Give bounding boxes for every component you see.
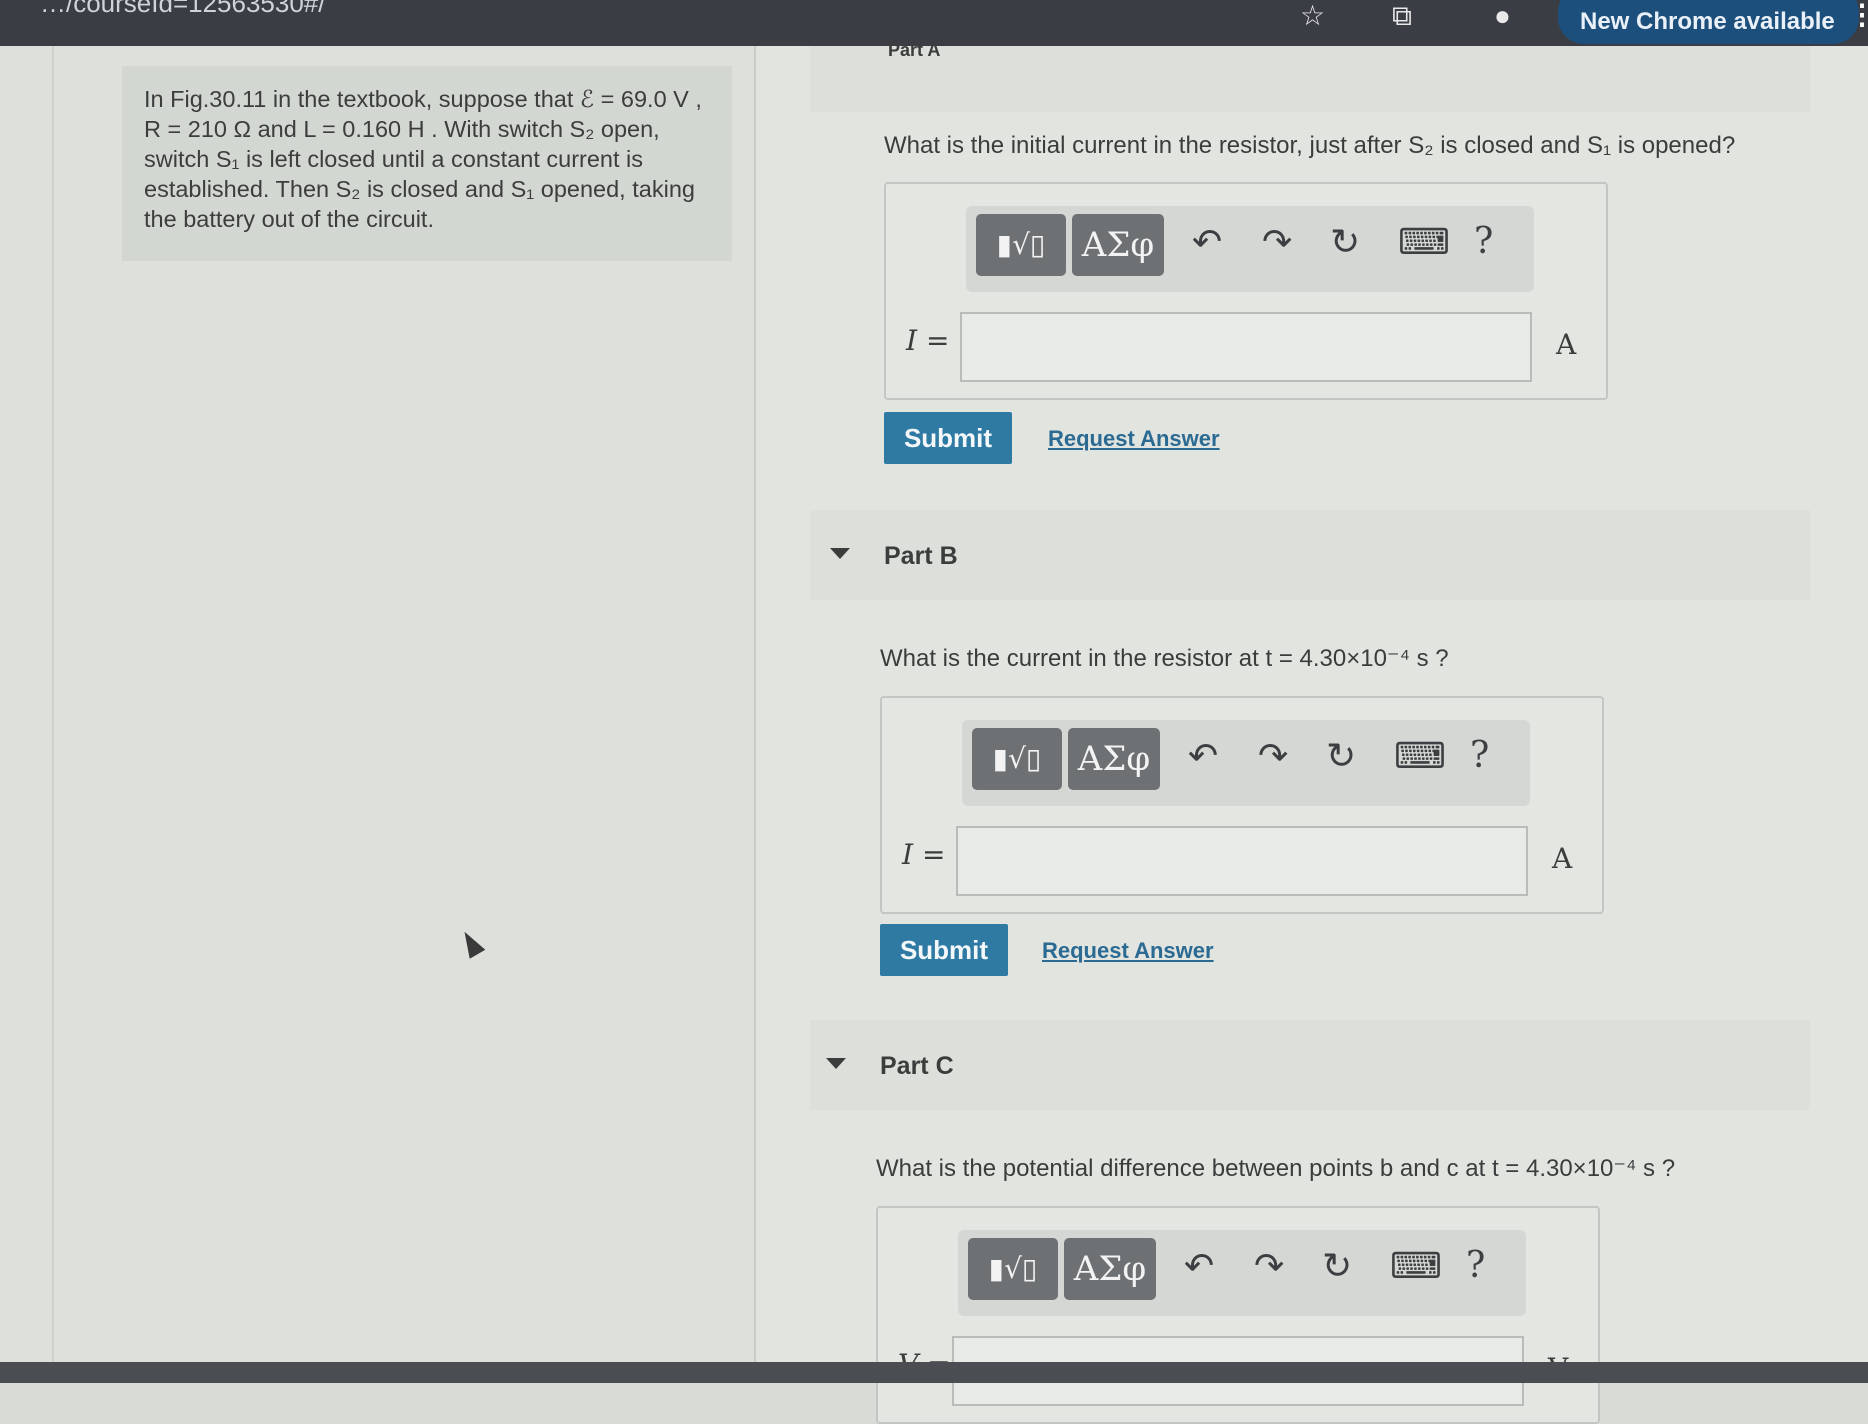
part-b-answer-box: ▮√▯ ΑΣφ ↶ ↷ ↻ ⌨ ? I = A	[880, 696, 1604, 914]
part-a-request-answer-link[interactable]: Request Answer	[1048, 426, 1220, 452]
part-a-header: Part A	[810, 40, 1810, 112]
part-b-answer-input[interactable]	[956, 826, 1528, 896]
left-rail	[52, 46, 54, 1366]
keyboard-icon[interactable]: ⌨	[1390, 1248, 1442, 1284]
reset-icon[interactable]: ↻	[1322, 1248, 1352, 1284]
extensions-icon[interactable]: ⧉	[1392, 2, 1412, 30]
reset-icon[interactable]: ↻	[1326, 738, 1356, 774]
chrome-menu-icon[interactable]: ⋮	[1848, 0, 1868, 31]
new-chrome-available-button[interactable]: New Chrome available	[1558, 0, 1859, 44]
part-b-question: What is the current in the resistor at t…	[880, 645, 1449, 672]
greek-symbols-button[interactable]: ΑΣφ	[1068, 728, 1160, 790]
problem-column: In Fig.30.11 in the textbook, suppose th…	[0, 46, 754, 1366]
templates-button[interactable]: ▮√▯	[976, 214, 1066, 276]
part-c-title[interactable]: Part C	[880, 1052, 954, 1081]
part-b-variable-label: I =	[902, 838, 946, 871]
greek-symbols-button[interactable]: ΑΣφ	[1064, 1238, 1156, 1300]
part-a-variable-label: I =	[906, 324, 950, 357]
part-c-math-toolbar: ▮√▯ ΑΣφ ↶ ↷ ↻ ⌨ ?	[958, 1230, 1526, 1316]
part-a-title[interactable]: Part A	[888, 40, 940, 61]
templates-button[interactable]: ▮√▯	[972, 728, 1062, 790]
part-a-math-toolbar: ▮√▯ ΑΣφ ↶ ↷ ↻ ⌨ ?	[966, 206, 1534, 292]
screen-bottom-edge	[0, 1362, 1868, 1383]
part-a-answer-box: ▮√▯ ΑΣφ ↶ ↷ ↻ ⌨ ? I = A	[884, 182, 1608, 400]
keyboard-icon[interactable]: ⌨	[1394, 738, 1446, 774]
redo-icon[interactable]: ↷	[1262, 224, 1292, 260]
part-b-header[interactable]: Part B	[810, 510, 1810, 600]
redo-icon[interactable]: ↷	[1254, 1248, 1284, 1284]
part-a-question: What is the initial current in the resis…	[884, 132, 1736, 159]
greek-symbols-button[interactable]: ΑΣφ	[1072, 214, 1164, 276]
profile-icon[interactable]: ●	[1494, 2, 1511, 30]
part-b-title[interactable]: Part B	[884, 542, 958, 571]
reset-icon[interactable]: ↻	[1330, 224, 1360, 260]
part-b-math-toolbar: ▮√▯ ΑΣφ ↶ ↷ ↻ ⌨ ?	[962, 720, 1530, 806]
undo-icon[interactable]: ↶	[1184, 1248, 1214, 1284]
tab-title[interactable]: …/courseId=12563530#/	[40, 0, 326, 19]
bookmark-star-icon[interactable]: ☆	[1300, 2, 1325, 30]
part-b-submit-button[interactable]: Submit	[880, 924, 1008, 976]
problem-statement: In Fig.30.11 in the textbook, suppose th…	[122, 66, 732, 261]
undo-icon[interactable]: ↶	[1192, 224, 1222, 260]
part-a-submit-button[interactable]: Submit	[884, 412, 1012, 464]
redo-icon[interactable]: ↷	[1258, 738, 1288, 774]
undo-icon[interactable]: ↶	[1188, 738, 1218, 774]
collapse-caret-icon[interactable]	[830, 548, 850, 559]
part-c-header[interactable]: Part C	[810, 1020, 1810, 1110]
keyboard-icon[interactable]: ⌨	[1398, 224, 1450, 260]
help-icon[interactable]: ?	[1470, 738, 1489, 774]
part-c-answer-box: ▮√▯ ΑΣφ ↶ ↷ ↻ ⌨ ? V = V	[876, 1206, 1600, 1424]
part-a-unit: A	[1556, 328, 1577, 361]
part-c-question: What is the potential difference between…	[876, 1155, 1676, 1182]
collapse-caret-icon[interactable]	[826, 1058, 846, 1069]
part-b-unit: A	[1552, 842, 1573, 875]
part-b-request-answer-link[interactable]: Request Answer	[1042, 938, 1214, 964]
part-a-answer-input[interactable]	[960, 312, 1532, 382]
help-icon[interactable]: ?	[1474, 224, 1493, 260]
help-icon[interactable]: ?	[1466, 1248, 1485, 1284]
templates-button[interactable]: ▮√▯	[968, 1238, 1058, 1300]
